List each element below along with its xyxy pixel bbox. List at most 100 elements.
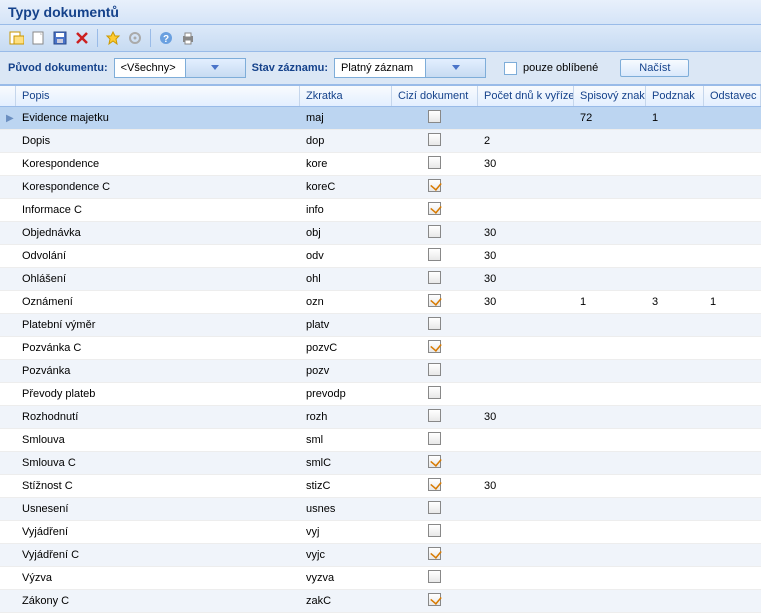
cell-podznak <box>646 314 704 336</box>
table-row[interactable]: Stížnost CstizC30 <box>0 475 761 498</box>
new-from-template-icon[interactable] <box>6 28 26 48</box>
favorite-icon[interactable] <box>103 28 123 48</box>
cizi-checkbox[interactable] <box>428 317 441 330</box>
cell-podznak: 1 <box>646 107 704 129</box>
cizi-checkbox[interactable] <box>428 478 441 491</box>
cizi-checkbox[interactable] <box>428 202 441 215</box>
new-icon[interactable] <box>28 28 48 48</box>
col-podznak[interactable]: Podznak <box>646 86 704 106</box>
row-marker <box>0 268 16 290</box>
cizi-checkbox[interactable] <box>428 156 441 169</box>
origin-combo[interactable]: <Všechny> <box>114 58 246 78</box>
settings-icon[interactable] <box>125 28 145 48</box>
table-row[interactable]: Ohlášeníohl30 <box>0 268 761 291</box>
cizi-checkbox[interactable] <box>428 524 441 537</box>
cizi-checkbox[interactable] <box>428 363 441 376</box>
row-marker <box>0 199 16 221</box>
table-row[interactable]: Usneseníusnes <box>0 498 761 521</box>
table-row[interactable]: Rozhodnutírozh30 <box>0 406 761 429</box>
table-row[interactable]: Informace Cinfo <box>0 199 761 222</box>
cell-popis: Vyjádření C <box>16 544 300 566</box>
cizi-checkbox[interactable] <box>428 340 441 353</box>
col-popis[interactable]: Popis <box>16 86 300 106</box>
table-row[interactable]: Platební výměrplatv <box>0 314 761 337</box>
cizi-checkbox[interactable] <box>428 501 441 514</box>
help-icon[interactable]: ? <box>156 28 176 48</box>
cell-spis <box>574 429 646 451</box>
delete-icon[interactable] <box>72 28 92 48</box>
cizi-checkbox[interactable] <box>428 110 441 123</box>
table-row[interactable]: Korespondencekore30 <box>0 153 761 176</box>
cell-dnu: 30 <box>478 475 574 497</box>
table-row[interactable]: Korespondence CkoreC <box>0 176 761 199</box>
cizi-checkbox[interactable] <box>428 409 441 422</box>
table-row[interactable]: Zákony CzakC <box>0 590 761 613</box>
favorites-checkbox[interactable] <box>504 62 517 75</box>
cizi-checkbox[interactable] <box>428 432 441 445</box>
cell-cizi <box>392 222 478 244</box>
cell-dnu: 30 <box>478 245 574 267</box>
table-row[interactable]: Vyjádření Cvyjc <box>0 544 761 567</box>
table-row[interactable]: Oznámeníozn30131 <box>0 291 761 314</box>
cell-spis <box>574 544 646 566</box>
cizi-checkbox[interactable] <box>428 455 441 468</box>
page-header: Typy dokumentů <box>0 0 761 25</box>
cell-zkratka: obj <box>300 222 392 244</box>
cell-dnu <box>478 590 574 612</box>
col-spis[interactable]: Spisový znak <box>574 86 646 106</box>
table-row[interactable]: Vyjádřenívyj <box>0 521 761 544</box>
col-dnu[interactable]: Počet dnů k vyříze <box>478 86 574 106</box>
col-odstavec[interactable]: Odstavec <box>704 86 761 106</box>
cell-popis: Usnesení <box>16 498 300 520</box>
cell-popis: Převody plateb <box>16 383 300 405</box>
col-marker[interactable] <box>0 86 16 106</box>
table-row[interactable]: Pozvánka CpozvC <box>0 337 761 360</box>
cell-zkratka: koreC <box>300 176 392 198</box>
print-icon[interactable] <box>178 28 198 48</box>
table-row[interactable]: Výzvavyzva <box>0 567 761 590</box>
table-row[interactable]: Smlouva CsmlC <box>0 452 761 475</box>
cell-dnu: 30 <box>478 406 574 428</box>
cizi-checkbox[interactable] <box>428 179 441 192</box>
cizi-checkbox[interactable] <box>428 248 441 261</box>
cizi-checkbox[interactable] <box>428 547 441 560</box>
cell-podznak <box>646 176 704 198</box>
cizi-checkbox[interactable] <box>428 271 441 284</box>
cizi-checkbox[interactable] <box>428 225 441 238</box>
state-combo[interactable]: Platný záznam <box>334 58 486 78</box>
cell-podznak <box>646 567 704 589</box>
cell-spis <box>574 567 646 589</box>
cell-popis: Vyjádření <box>16 521 300 543</box>
cell-cizi <box>392 291 478 313</box>
chevron-down-icon[interactable] <box>425 59 485 77</box>
save-icon[interactable] <box>50 28 70 48</box>
cell-cizi <box>392 245 478 267</box>
table-row[interactable]: Smlouvasml <box>0 429 761 452</box>
row-marker <box>0 383 16 405</box>
cell-dnu: 30 <box>478 153 574 175</box>
cizi-checkbox[interactable] <box>428 133 441 146</box>
col-cizi[interactable]: Cizí dokument <box>392 86 478 106</box>
table-row[interactable]: ▶Evidence majetkumaj721 <box>0 107 761 130</box>
chevron-down-icon[interactable] <box>185 59 245 77</box>
table-row[interactable]: Pozvánkapozv <box>0 360 761 383</box>
cell-podznak <box>646 544 704 566</box>
row-marker <box>0 130 16 152</box>
table-row[interactable]: Převody platebprevodp <box>0 383 761 406</box>
table-row[interactable]: Dopisdop2 <box>0 130 761 153</box>
cizi-checkbox[interactable] <box>428 570 441 583</box>
cizi-checkbox[interactable] <box>428 386 441 399</box>
cell-dnu <box>478 452 574 474</box>
cell-zkratka: platv <box>300 314 392 336</box>
cizi-checkbox[interactable] <box>428 294 441 307</box>
load-button[interactable]: Načíst <box>620 59 689 77</box>
cell-dnu: 30 <box>478 291 574 313</box>
cell-cizi <box>392 314 478 336</box>
table-row[interactable]: Odvoláníodv30 <box>0 245 761 268</box>
cell-dnu <box>478 498 574 520</box>
cell-podznak: 3 <box>646 291 704 313</box>
col-zkratka[interactable]: Zkratka <box>300 86 392 106</box>
table-row[interactable]: Objednávkaobj30 <box>0 222 761 245</box>
cizi-checkbox[interactable] <box>428 593 441 606</box>
cell-spis <box>574 199 646 221</box>
